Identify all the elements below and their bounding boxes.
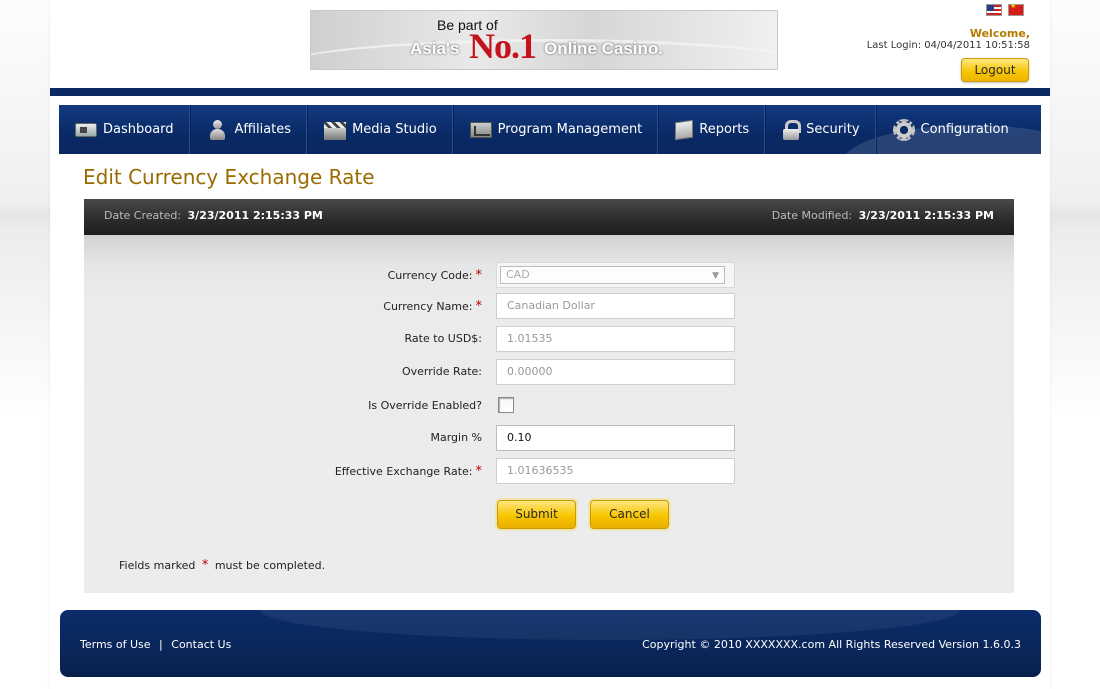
note-prefix: Fields marked [119, 559, 196, 572]
user-icon [207, 119, 229, 140]
required-star: * [475, 299, 483, 314]
nav-configuration[interactable]: Configuration [877, 105, 1025, 154]
cancel-button[interactable]: Cancel [590, 500, 669, 529]
nav-affiliates[interactable]: Affiliates [191, 105, 309, 154]
edit-form: Currency Code: * CAD ▼ Currency Name: * Ca… [84, 235, 1014, 593]
lock-icon [782, 119, 802, 140]
contact-us-link[interactable]: Contact Us [171, 638, 231, 651]
rate-to-usd-label: Rate to USD$: [404, 332, 482, 345]
margin-label: Margin % [430, 431, 482, 444]
override-enabled-checkbox[interactable] [498, 397, 514, 413]
submit-button[interactable]: Submit [497, 500, 576, 529]
effective-rate-row: Effective Exchange Rate: * 1.01636535 [84, 458, 1014, 484]
rate-to-usd-field[interactable]: 1.01535 [496, 326, 735, 352]
currency-code-select[interactable]: CAD ▼ [496, 262, 735, 288]
margin-row: Margin % 0.10 [84, 425, 1014, 451]
page-title: Edit Currency Exchange Rate [83, 165, 375, 189]
us-flag-icon[interactable] [986, 4, 1002, 16]
nav-label: Affiliates [234, 122, 292, 137]
currency-name-label: Currency Name: * [383, 299, 482, 314]
language-flags [986, 2, 1024, 16]
nav-security[interactable]: Security [766, 105, 877, 154]
nav-program-management[interactable]: Program Management [454, 105, 660, 154]
note-star: * [201, 558, 209, 573]
override-rate-field[interactable]: 0.00000 [496, 359, 735, 385]
chart-icon [469, 121, 492, 138]
footer-links: Terms of Use | Contact Us [80, 638, 231, 651]
banner-no1: No.1 [469, 26, 537, 66]
nav-label: Configuration [920, 122, 1009, 137]
nav-media-studio[interactable]: Media Studio [308, 105, 454, 154]
nav-label: Reports [699, 122, 750, 137]
margin-field[interactable]: 0.10 [496, 425, 735, 451]
date-modified-value: 3/23/2011 2:15:33 PM [858, 209, 994, 222]
date-created-value: 3/23/2011 2:15:33 PM [187, 209, 323, 222]
casino-banner[interactable]: Be part of Asia's No.1 Online Casino. [310, 10, 778, 70]
clapperboard-icon [324, 121, 347, 140]
copyright-text: Copyright © 2010 XXXXXXX.com All Rights … [642, 638, 1021, 651]
override-enabled-row: Is Override Enabled? [84, 393, 1014, 419]
currency-code-value: CAD [506, 268, 530, 281]
header-divider [50, 88, 1050, 96]
chevron-down-icon: ▼ [712, 271, 719, 281]
currency-name-label-text: Currency Name: [383, 300, 473, 313]
rate-to-usd-row: Rate to USD$: 1.01535 [84, 326, 1014, 352]
currency-code-label: Currency Code: * [388, 268, 482, 283]
effective-rate-field[interactable]: 1.01636535 [496, 458, 735, 484]
date-created-label: Date Created: [104, 209, 182, 222]
required-fields-note: Fields marked * must be completed. [119, 558, 325, 573]
date-created: Date Created: 3/23/2011 2:15:33 PM [104, 209, 323, 222]
override-enabled-label: Is Override Enabled? [368, 399, 482, 412]
footer: Terms of Use | Contact Us Copyright © 20… [60, 610, 1041, 677]
nav-label: Program Management [497, 122, 643, 137]
currency-code-label-text: Currency Code: [387, 269, 473, 282]
banner-online-casino: Online Casino. [544, 39, 664, 58]
override-rate-row: Override Rate: 0.00000 [84, 359, 1014, 385]
terms-of-use-link[interactable]: Terms of Use [80, 638, 151, 651]
dates-bar: Date Created: 3/23/2011 2:15:33 PM Date … [84, 199, 1014, 235]
report-icon [675, 119, 694, 140]
currency-code-row: Currency Code: * CAD ▼ [84, 262, 1014, 288]
nav-reports[interactable]: Reports [659, 105, 767, 154]
header: Be part of Asia's No.1 Online Casino. We… [50, 0, 1050, 96]
nav-label: Security [806, 122, 860, 137]
nav-dashboard[interactable]: Dashboard [59, 105, 191, 154]
welcome-text: Welcome, [969, 27, 1030, 40]
gear-icon [892, 118, 915, 141]
date-modified-label: Date Modified: [771, 209, 853, 222]
nav-label: Media Studio [352, 122, 437, 137]
currency-name-row: Currency Name: * Canadian Dollar [84, 293, 1014, 319]
effective-rate-label: Effective Exchange Rate: * [335, 464, 482, 479]
currency-code-value-box: CAD ▼ [500, 266, 725, 284]
override-rate-label: Override Rate: [401, 365, 482, 378]
main-nav: Dashboard Affiliates Media Studio Progra… [59, 105, 1041, 154]
logout-button[interactable]: Logout [961, 58, 1029, 82]
effective-rate-label-text: Effective Exchange Rate: [334, 465, 473, 478]
last-login: Last Login: 04/04/2011 10:51:58 [866, 40, 1030, 51]
footer-separator: | [159, 638, 163, 651]
date-modified: Date Modified: 3/23/2011 2:15:33 PM [772, 209, 994, 222]
page-container: Be part of Asia's No.1 Online Casino. We… [50, 0, 1050, 689]
banner-asia: Asia's [410, 39, 460, 58]
nav-label: Dashboard [103, 122, 174, 137]
required-star: * [475, 464, 483, 479]
dashboard-icon [75, 122, 97, 137]
currency-name-field[interactable]: Canadian Dollar [496, 293, 735, 319]
note-suffix: must be completed. [214, 559, 326, 572]
required-star: * [475, 268, 483, 283]
china-flag-icon[interactable] [1008, 2, 1024, 16]
